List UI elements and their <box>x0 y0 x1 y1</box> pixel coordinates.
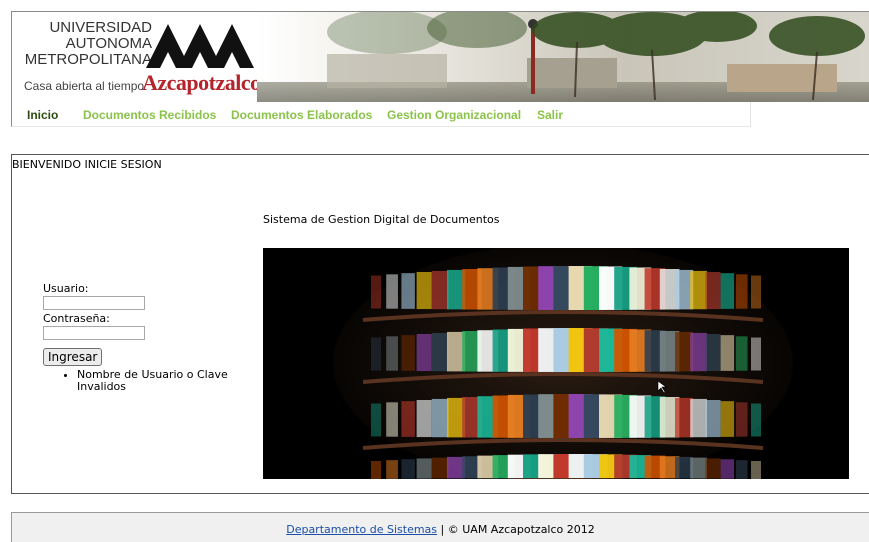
bookshelf-image <box>263 248 849 479</box>
username-input[interactable] <box>43 296 145 310</box>
tagline: Casa abierta al tiempo <box>24 79 145 93</box>
username-label: Usuario: <box>43 282 89 295</box>
login-button[interactable]: Ingresar <box>43 348 103 366</box>
password-label: Contraseña: <box>43 312 110 325</box>
nav-inicio[interactable]: Inicio <box>27 108 58 122</box>
uam-logo-icon <box>146 24 254 68</box>
site-header: UNIVERSIDAD AUTONOMA METROPOLITANA Casa … <box>11 11 869 102</box>
footer-copyright: | © UAM Azcapotzalco 2012 <box>437 523 595 536</box>
main-nav: Inicio Documentos Recibidos Documentos E… <box>11 102 751 127</box>
footer-link-sistemas[interactable]: Departamento de Sistemas <box>286 523 437 536</box>
university-name: UNIVERSIDAD AUTONOMA METROPOLITANA <box>22 20 152 68</box>
logo-line: METROPOLITANA <box>24 51 152 68</box>
login-form: Usuario: Contraseña: Ingresar Nombre de … <box>43 282 263 393</box>
system-title: Sistema de Gestion Digital de Documentos <box>263 213 500 226</box>
campus-name: Azcapotzalco <box>142 70 261 95</box>
campus-banner-image <box>257 12 869 102</box>
welcome-heading: BIENVENIDO INICIE SESION <box>12 158 162 171</box>
nav-salir[interactable]: Salir <box>537 108 563 122</box>
password-input[interactable] <box>43 326 145 340</box>
nav-documentos-recibidos[interactable]: Documentos Recibidos <box>83 108 216 122</box>
site-footer: Departamento de Sistemas | © UAM Azcapot… <box>11 512 869 542</box>
error-message: Nombre de Usuario o Clave Invalidos <box>77 369 263 393</box>
logo-line: AUTONOMA <box>65 35 152 52</box>
nav-gestion-organizacional[interactable]: Gestion Organizacional <box>387 108 521 122</box>
error-list: Nombre de Usuario o Clave Invalidos <box>77 369 263 393</box>
main-content: BIENVENIDO INICIE SESION Usuario: Contra… <box>11 154 869 494</box>
nav-documentos-elaborados[interactable]: Documentos Elaborados <box>231 108 372 122</box>
logo-line: UNIVERSIDAD <box>49 19 152 36</box>
